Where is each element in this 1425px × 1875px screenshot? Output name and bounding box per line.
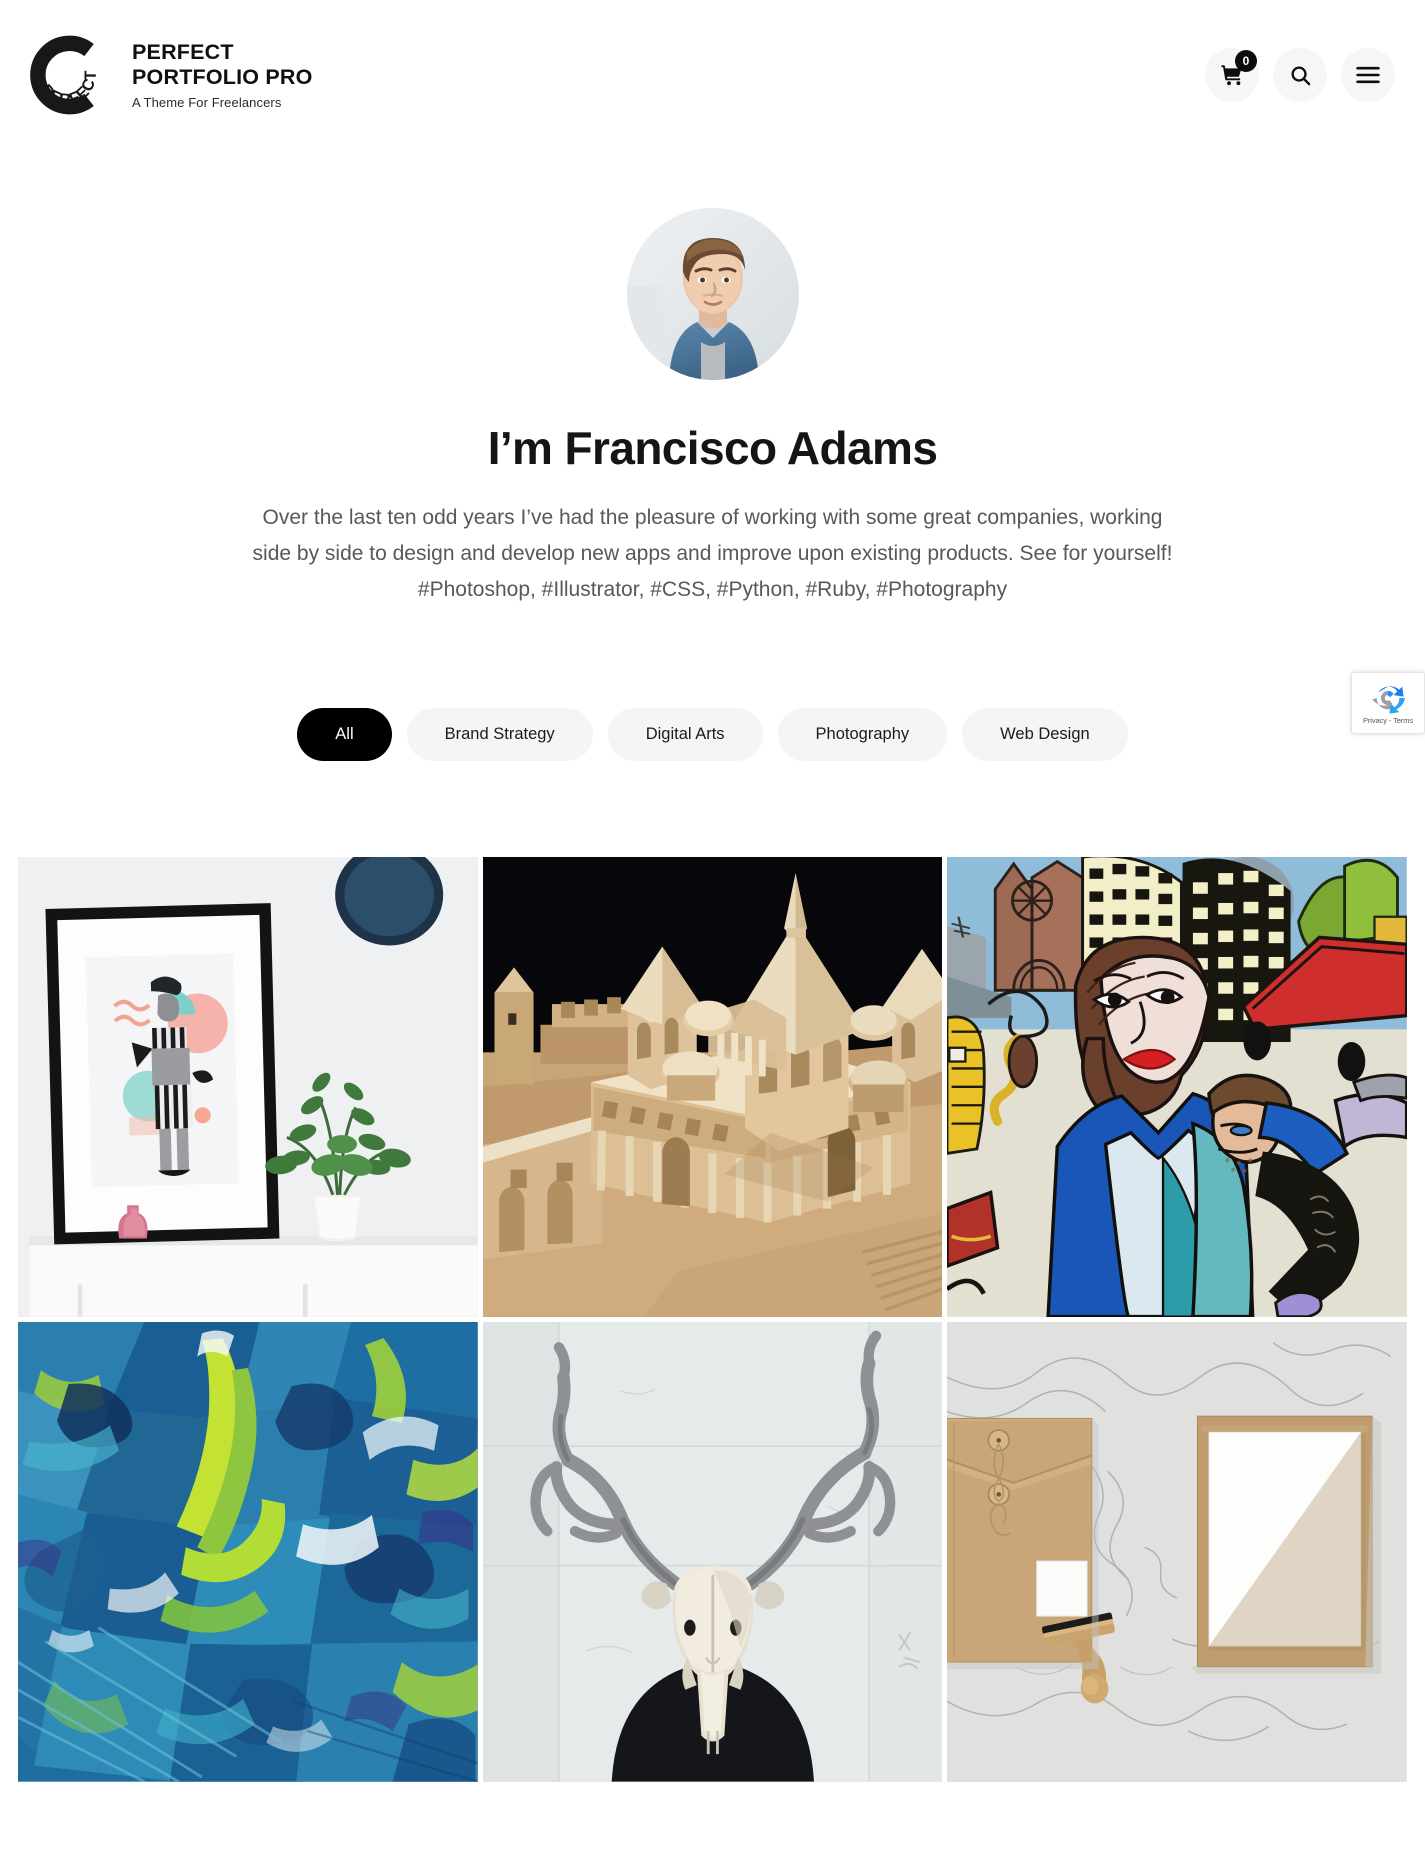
circular-c-logo-icon: PERFECT [18,27,114,123]
portfolio-item-framed-print[interactable] [18,857,478,1318]
hamburger-menu-icon [1356,66,1380,84]
page-title: I’m Francisco Adams [483,420,942,476]
search-button[interactable] [1273,48,1327,102]
header-actions: 0 [1205,48,1395,102]
recaptcha-text: Privacy - Terms [1362,716,1414,725]
filter-digital-arts[interactable]: Digital Arts [607,708,763,762]
cart-button[interactable]: 0 [1205,48,1259,102]
portfolio-item-abstract-painting[interactable] [18,1322,478,1782]
recaptcha-icon [1371,681,1405,715]
portfolio-item-architectural-model[interactable] [482,857,943,1318]
portfolio-item-city-painting[interactable] [947,857,1407,1318]
hero-description-line-2: side by side to design and develop new a… [252,542,1173,566]
filter-brand-strategy[interactable]: Brand Strategy [406,708,593,762]
site-header: PERFECT PERFECT PORTFOLIO PRO A Theme Fo… [0,0,1425,150]
hero-section: I’m Francisco Adams Over the last ten od… [0,150,1425,762]
portfolio-filter-bar: All Brand Strategy Digital Arts Photogra… [0,708,1425,762]
menu-button[interactable] [1341,48,1395,102]
portfolio-grid [0,857,1425,1782]
brand-title: PERFECT PORTFOLIO PRO [132,39,313,89]
hero-description: Over the last ten odd years I’ve had the… [123,500,1303,608]
page-title-text: I’m Francisco Adams [487,422,938,474]
search-icon [1289,64,1312,87]
hero-description-tags: #Photoshop, #Illustrator, #CSS, #Python,… [417,578,1008,602]
filter-photography[interactable]: Photography [777,708,948,762]
brand-tagline: A Theme For Freelancers [132,95,282,111]
cart-badge: 0 [1235,50,1257,72]
portfolio-item-stationery-mockup[interactable] [947,1322,1407,1782]
brand-logo-link[interactable]: PERFECT PERFECT PORTFOLIO PRO A Theme Fo… [18,27,362,123]
filter-web-design[interactable]: Web Design [962,708,1128,762]
hero-description-line-1: Over the last ten odd years I’ve had the… [262,506,1163,530]
portfolio-item-deer-skull[interactable] [482,1322,943,1782]
filter-all[interactable]: All [297,708,392,762]
recaptcha-badge[interactable]: Privacy - Terms [1351,672,1425,734]
avatar [626,208,799,380]
